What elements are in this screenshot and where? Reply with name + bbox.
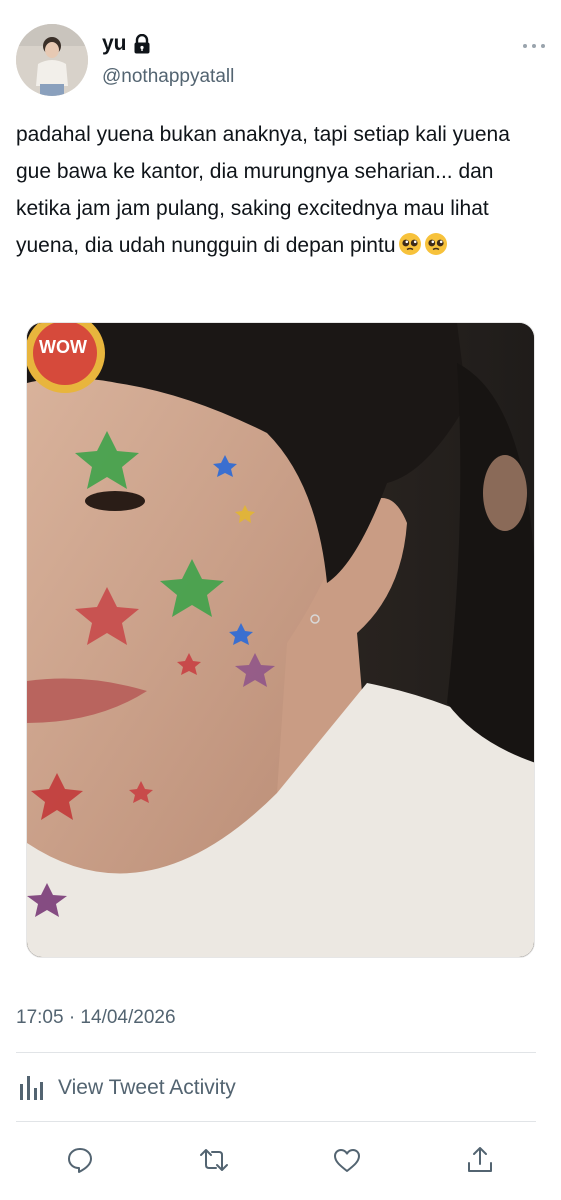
pleading-face-emoji-icon — [424, 231, 448, 255]
tweet-header: yu @nothappyatall — [16, 24, 546, 98]
user-handle[interactable]: @nothappyatall — [102, 66, 234, 88]
like-button[interactable] — [329, 1142, 365, 1178]
reply-icon — [68, 1148, 92, 1173]
pleading-face-emoji-icon — [398, 231, 422, 255]
tweet-timestamp[interactable]: 17:05 · 14/04/2026 — [16, 1007, 176, 1029]
tweet-photo[interactable]: WOW — [26, 322, 535, 958]
view-tweet-activity[interactable]: View Tweet Activity — [16, 1072, 236, 1104]
retweet-button[interactable] — [196, 1142, 232, 1178]
view-tweet-activity-label: View Tweet Activity — [58, 1076, 236, 1099]
divider — [16, 1121, 536, 1122]
tweet-text: padahal yuena bukan anaknya, tapi setiap… — [16, 116, 546, 264]
display-name[interactable]: yu — [102, 32, 127, 56]
share-icon — [468, 1147, 492, 1172]
more-options-icon[interactable] — [522, 38, 546, 48]
reply-button[interactable] — [62, 1142, 98, 1178]
bar-chart-icon — [16, 1074, 44, 1102]
tweet-actions — [0, 1140, 561, 1180]
divider — [16, 1052, 536, 1053]
heart-icon — [334, 1149, 360, 1172]
avatar[interactable] — [16, 24, 88, 96]
lock-icon — [133, 33, 151, 54]
sticker-text: WOW — [39, 337, 87, 357]
retweet-icon — [200, 1149, 228, 1171]
share-button[interactable] — [462, 1142, 498, 1178]
name-row: yu — [102, 32, 151, 56]
